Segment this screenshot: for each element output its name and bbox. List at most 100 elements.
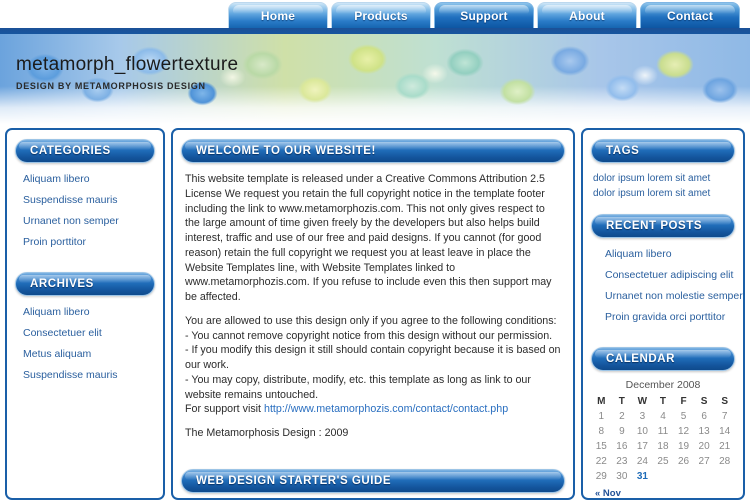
tags-text[interactable]: dolor ipsum lorem sit amet dolor ipsum l… [583, 163, 743, 205]
categories-list: Aliquam libero Suspendisse mauris Urnane… [7, 163, 163, 263]
calendar-day[interactable]: 30 [612, 469, 633, 484]
support-link[interactable]: http://www.metamorphozis.com/contact/con… [264, 403, 508, 415]
sidebar-item-category[interactable]: Suspendisse mauris [23, 194, 163, 206]
site-banner: metamorph_flowertexture DESIGN BY METAMO… [0, 26, 750, 124]
welcome-conditions: You are allowed to use this design only … [185, 314, 561, 417]
calendar-weekday: S [721, 396, 729, 407]
calendar-day[interactable]: 6 [694, 409, 715, 424]
calendar-empty-cell [653, 469, 674, 484]
table-row: 22 23 24 25 26 27 28 [591, 454, 735, 469]
calendar-day[interactable]: 3 [632, 409, 653, 424]
calendar-weekday: F [680, 396, 687, 407]
calendar-empty-cell [714, 469, 735, 484]
welcome-paragraph-1: This website template is released under … [185, 173, 552, 304]
calendar-day[interactable]: 24 [632, 454, 653, 469]
calendar-weekday: T [618, 396, 625, 407]
nav-tab-label: Support [460, 8, 508, 23]
calendar-day[interactable]: 16 [612, 439, 633, 454]
sidebar-item-category[interactable]: Aliquam libero [23, 173, 163, 185]
table-row: MTWTFSS [591, 394, 735, 409]
table-row: 1234567 [591, 409, 735, 424]
top-navigation-bar: Home Products Support About Contact [0, 0, 750, 28]
calendar-weekday: W [637, 396, 648, 407]
calendar-day[interactable]: 18 [653, 439, 674, 454]
calendar-day[interactable]: 4 [653, 409, 674, 424]
banner-flower-image [0, 34, 750, 124]
recent-post-link[interactable]: Consectetuer adipiscing elit [605, 269, 743, 281]
calendar-weekday: T [659, 396, 667, 407]
sidebar-item-archive[interactable]: Aliquam libero [23, 306, 163, 318]
calendar-day[interactable]: 9 [612, 424, 633, 439]
calendar-day[interactable]: 22 [591, 454, 612, 469]
tags-heading: TAGS [591, 139, 735, 163]
categories-heading: CATEGORIES [15, 139, 155, 163]
sidebar-item-archive[interactable]: Consectetuer elit [23, 327, 163, 339]
archives-heading: ARCHIVES [15, 272, 155, 296]
calendar-day[interactable]: 19 [673, 439, 694, 454]
recent-post-link[interactable]: Aliquam libero [605, 248, 743, 260]
calendar-day[interactable]: 20 [694, 439, 715, 454]
archives-list: Aliquam libero Consectetuer elit Metus a… [7, 296, 163, 396]
calendar-day[interactable]: 29 [591, 469, 612, 484]
condition-1: - You cannot remove copyright notice fro… [185, 329, 553, 342]
nav-tab-contact[interactable]: Contact [640, 2, 740, 28]
calendar-day[interactable]: 13 [694, 424, 715, 439]
recent-post-link[interactable]: Proin gravida orci porttitor [605, 311, 743, 323]
nav-tab-label: About [569, 8, 605, 23]
condition-3: - You may copy, distribute, modify, etc.… [185, 373, 531, 401]
recent-posts-list: Aliquam libero Consectetuer adipiscing e… [583, 238, 743, 338]
right-sidebar: TAGS dolor ipsum lorem sit amet dolor ip… [581, 128, 745, 500]
calendar-heading: CALENDAR [591, 347, 735, 371]
sidebar-item-category[interactable]: Urnanet non semper [23, 215, 163, 227]
nav-tab-about[interactable]: About [537, 2, 637, 28]
nav-tab-list: Home Products Support About Contact [228, 2, 740, 28]
site-title: metamorph_flowertexture [16, 54, 239, 75]
nav-tab-support[interactable]: Support [434, 2, 534, 28]
calendar-day[interactable]: 2 [612, 409, 633, 424]
nav-tab-home[interactable]: Home [228, 2, 328, 28]
calendar-day[interactable]: 7 [714, 409, 735, 424]
calendar-day[interactable]: 31 [632, 469, 653, 484]
sidebar-item-archive[interactable]: Metus aliquam [23, 348, 163, 360]
calendar-month-caption: December 2008 [625, 379, 701, 391]
sidebar-item-category[interactable]: Proin porttitor [23, 236, 163, 248]
calendar-day[interactable]: 28 [714, 454, 735, 469]
calendar-day[interactable]: 1 [591, 409, 612, 424]
calendar-day[interactable]: 21 [714, 439, 735, 454]
calendar-day[interactable]: 25 [653, 454, 674, 469]
calendar-day[interactable]: 10 [632, 424, 653, 439]
calendar-empty-cell [673, 469, 694, 484]
sidebar-item-archive[interactable]: Suspendisse mauris [23, 369, 163, 381]
nav-tab-label: Contact [666, 8, 714, 23]
support-prefix: For support visit [185, 403, 264, 416]
calendar-body: 1 2 3 4 5 6 7 8 9 10 11 12 13 14 15 16 17 18 19 20 21 22 23 24 2… [591, 409, 735, 484]
nav-tab-products[interactable]: Products [331, 2, 431, 28]
calendar-header-row: MTWTFSS [591, 394, 735, 409]
calendar-day[interactable]: 27 [694, 454, 715, 469]
calendar-day[interactable]: 11 [653, 424, 674, 439]
calendar-day[interactable]: 14 [714, 424, 735, 439]
calendar-prev-nav: « Nov [591, 484, 735, 498]
table-row: 29 30 31 [591, 469, 735, 484]
calendar-day[interactable]: 12 [673, 424, 694, 439]
design-credit: The Metamorphosis Design : 2009 [185, 427, 349, 440]
table-row: 8 9 10 11 12 13 14 [591, 424, 735, 439]
calendar-day[interactable]: 23 [612, 454, 633, 469]
calendar-day[interactable]: 5 [673, 409, 694, 424]
table-row: 15 16 17 18 19 20 21 [591, 439, 735, 454]
main-content-column: WELCOME TO OUR WEBSITE! This website tem… [171, 128, 575, 500]
calendar-day[interactable]: 26 [673, 454, 694, 469]
nav-tab-label: Products [354, 8, 408, 23]
left-sidebar: CATEGORIES Aliquam libero Suspendisse ma… [5, 128, 165, 500]
nav-tab-label: Home [260, 8, 296, 23]
calendar-weekday: S [700, 396, 708, 407]
calendar-empty-cell [694, 469, 715, 484]
calendar-prev-link[interactable]: « Nov [595, 488, 621, 498]
calendar-day[interactable]: 17 [632, 439, 653, 454]
conditions-intro: You are allowed to use this design only … [185, 314, 557, 327]
calendar-day[interactable]: 8 [591, 424, 612, 439]
recent-post-link[interactable]: Urnanet non molestie semper [605, 290, 743, 302]
condition-2: - If you modify this design it still sho… [185, 344, 561, 372]
calendar-day[interactable]: 15 [591, 439, 612, 454]
